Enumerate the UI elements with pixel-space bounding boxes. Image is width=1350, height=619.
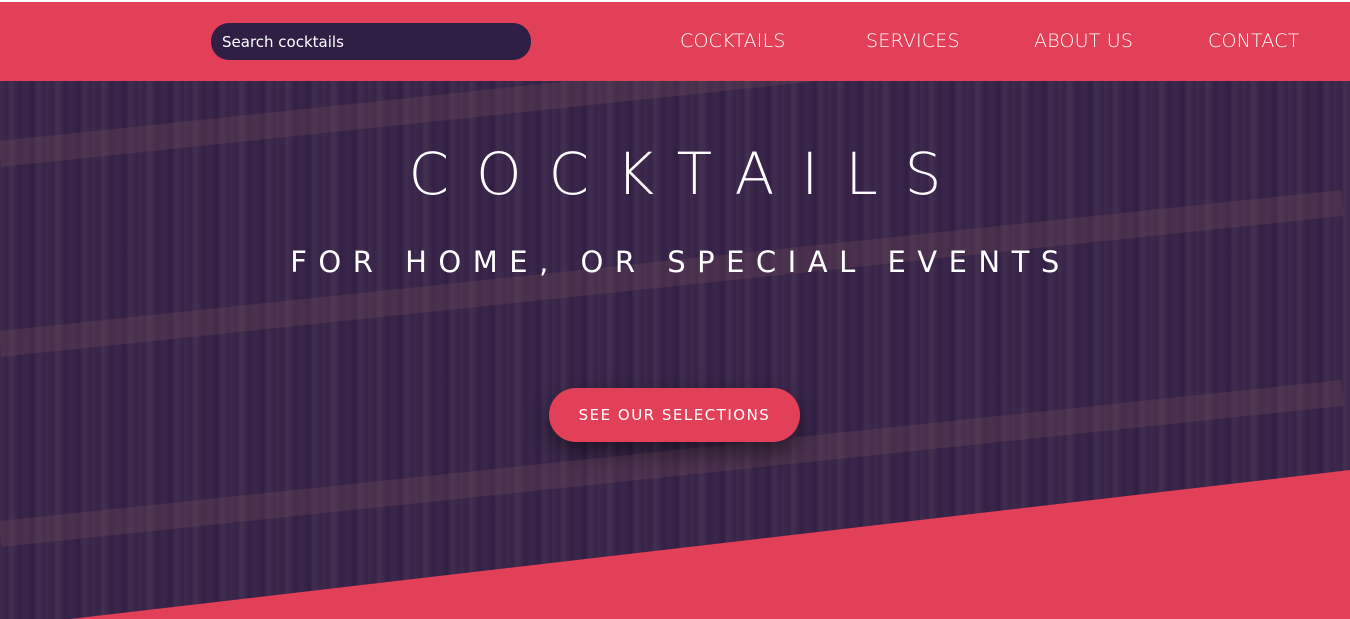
top-navigation-bar: COCKTAILS SERVICES ABOUT US CONTACT xyxy=(0,2,1350,81)
nav-link-about-us[interactable]: ABOUT US xyxy=(1034,28,1133,54)
hero-section: COCKTAILS FOR HOME, OR SPECIAL EVENTS SE… xyxy=(0,81,1350,619)
nav-link-contact[interactable]: CONTACT xyxy=(1208,28,1300,54)
nav-link-services[interactable]: SERVICES xyxy=(866,28,960,54)
nav-link-cocktails[interactable]: COCKTAILS xyxy=(680,28,786,54)
search-input[interactable] xyxy=(211,23,531,60)
diagonal-accent-shape xyxy=(70,470,1350,619)
page: COCKTAILS SERVICES ABOUT US CONTACT COCK… xyxy=(0,0,1350,619)
